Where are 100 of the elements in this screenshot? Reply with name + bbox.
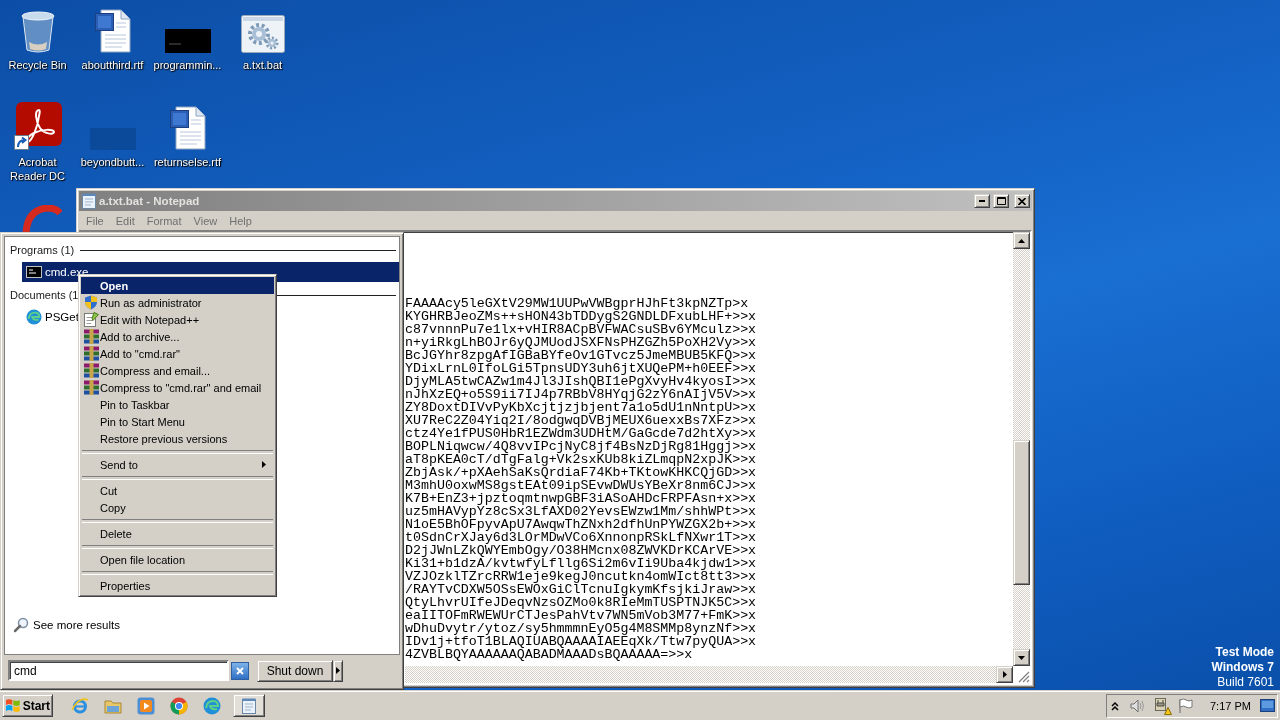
text-line: DjyMLA5twCAZw1m4Jl3JIshQBI1ePgXvyHv4kyosI>>x [405, 375, 757, 388]
play-icon[interactable] [137, 696, 155, 715]
text-line: uz5mHAVypYz8cSx3LfAXD02YevsEWzw1Mm/shhWPt>>x [405, 505, 757, 518]
menu-item[interactable]: Pin to Taskbar [81, 396, 178, 413]
close-icon [236, 666, 244, 675]
arrow-right-icon [1002, 671, 1007, 678]
text-line: Ki31+b1dzA/kvtwfyLfllg6Si2m6vIi9Uba4kjdw1>>x [405, 557, 757, 570]
icon-label: a.txt.bat [242, 58, 283, 72]
close-icon [1018, 197, 1026, 205]
menu-item[interactable]: Copy [81, 499, 134, 516]
swirl-icon [26, 309, 42, 325]
text-line: c87vnnnPu7e1lx+vHIR8ACpBVFWACsuSBv6YMculz>>x [405, 323, 757, 336]
text-line: nJhXzEQ+o5S9ii7IJ4p7RBbV8HYqjG2zY6nAIjV5V>>x [405, 388, 757, 401]
desktop-notice-text: Build 7601 [1217, 675, 1274, 690]
shield-icon [84, 295, 98, 310]
taskbar-button[interactable] [233, 694, 265, 717]
text-line: QtyLhvrUIfeJDeqvNzsOZMo0k8RIeMmTUSPTNJK5C>>x [405, 596, 757, 609]
close-button[interactable] [1014, 194, 1030, 208]
menu-item[interactable]: Restore previous versions [81, 430, 236, 447]
network-warning-icon[interactable] [1154, 696, 1172, 715]
chevron-up-icon[interactable] [1111, 700, 1119, 711]
text-line: K7B+EnZ3+jpztoqmtnwpGBF3iASoAHDcFRPFAsn+x>>x [405, 492, 757, 505]
arrow-up-icon [1018, 238, 1025, 243]
start-button[interactable]: Start [2, 694, 53, 717]
notepad-icon [242, 697, 256, 714]
dark-thumbnail-icon [164, 29, 211, 53]
flag-logo-icon [5, 698, 21, 713]
show-desktop-icon[interactable] [1260, 699, 1275, 712]
icon-label: returnselse.rtf [153, 155, 222, 169]
clock: 7:17 PM [1210, 699, 1251, 712]
menu-item[interactable]: Compress and email... [81, 362, 219, 379]
menu-item[interactable]: Send to [81, 456, 274, 473]
arrow-down-icon [1018, 655, 1025, 660]
icon-label: Recycle Bin [8, 58, 67, 72]
scroll-right-button[interactable] [996, 666, 1013, 683]
menu-item[interactable]: Open file location [81, 551, 193, 568]
text-line: /RAYTvCDXW5OSsEWOxGiClTcnuIgkymKfsjkiJraw>>x [405, 583, 757, 596]
maximize-button[interactable] [993, 194, 1009, 208]
text-line: wDhuDvytr/ytoz/sy5hmmmnEyO5g4M8SMMp8ynzNf>>x [405, 622, 757, 635]
desktop-notice-text: Windows 7 [1211, 660, 1274, 675]
pdf-shortcut-icon [13, 102, 62, 150]
recycle-bin-icon [20, 11, 55, 53]
menu-item[interactable]: Delete [81, 525, 140, 542]
text-line: N1oE5BhOFpyvApU7AwqwThZNxh2dfhUnPYWZGX2b+>>x [405, 518, 757, 531]
text-line: t0SdnCrXJay6d3LOrMDwVCo6XnnonpRSkLfNXwr1T>>x [405, 531, 757, 544]
scroll-up-button[interactable] [1013, 232, 1030, 249]
text-line: IDv1j+tfoT1BLAQIUABQAAAAIAEEqXk/Ttw7pyQUA>>x [405, 635, 757, 648]
menu-item[interactable]: Edit with Notepad++ [81, 311, 208, 328]
notepad-icon [82, 193, 96, 209]
section-heading: Documents (1 [10, 289, 79, 301]
scrollbar-thumb[interactable] [1013, 440, 1030, 585]
icon-label: beyondbutt... [80, 155, 145, 169]
notepad-pen-icon [83, 312, 99, 327]
arc-icon [22, 205, 62, 232]
text-line: YDixLrnL0IfoLGi5TpnsUDY3uh6jtXUQePM+h0EEF>>x [405, 362, 757, 375]
search-field[interactable]: cmd [8, 660, 229, 681]
caret-icon [336, 667, 340, 674]
search-icon [13, 617, 29, 633]
text-line: XU7ReC2Z04Yiq2I/8odgwqDVBjMEUX6uexxBs7XFz>>x [405, 414, 757, 427]
speaker-icon[interactable] [1130, 698, 1146, 713]
desktop-notice-text: Test Mode [1215, 645, 1274, 660]
books-stack-icon [83, 380, 99, 395]
minimize-button[interactable] [974, 194, 990, 208]
menu-item[interactable]: Properties [81, 577, 159, 594]
menu-item[interactable]: Cut [81, 482, 126, 499]
caret-icon [262, 461, 266, 468]
text-line: aT8pKEA0cT/dTgFalg+Vk2sxKUb8kiZLmqpN2xpJK>>x [405, 453, 757, 466]
tricolor-circle-icon[interactable] [170, 696, 188, 715]
shut-down-button[interactable]: Shut down [257, 659, 333, 682]
menu-item[interactable]: Run as administrator [81, 294, 210, 311]
minimize-icon [979, 200, 985, 202]
gears-window-icon [240, 15, 285, 53]
text-line: BcJGYhr8zpgAfIGBaBYfeOv1GTvcz5JmeMBUB5KFQ>>x [405, 349, 757, 362]
menu-item[interactable]: Compress to "cmd.rar" and email [81, 379, 270, 396]
menu-item[interactable]: Add to "cmd.rar" [81, 345, 188, 362]
text-line: VZJOzklTZrcRRW1eje9kegJ0ncutkn4omWIct8tt3>>x [405, 570, 757, 583]
menu-item[interactable]: Add to archive... [81, 328, 188, 345]
menu-item[interactable]: Open [81, 277, 274, 294]
text-line: ZbjAsk/+pXAehSaKsQrdiaF74Kb+TKtowKHKCQjGD>>x [405, 466, 757, 479]
text-line: ZY8DoxtDIVvPyKbXcjtjzjbjent7a1o5dU1nNntpU>>x [405, 401, 757, 414]
console-icon [26, 266, 42, 278]
maximize-icon [996, 197, 1006, 205]
menu-item[interactable]: Pin to Start Menu [81, 413, 193, 430]
document-icon [94, 9, 131, 53]
text-line: FAAAAcy5leGXtV29MW1UUPwVWBgprHJhFt3kpNZTp>x [405, 297, 749, 310]
icon-label: programmin... [153, 58, 222, 72]
books-stack-icon [83, 329, 99, 344]
blank-thumbnail-icon [89, 128, 136, 150]
see-more-results-link[interactable]: See more results [13, 615, 120, 635]
clear-button[interactable] [231, 661, 249, 680]
text-line: KYGHRBJeoZMs++sHON43bTDDygS2GNDLDFxubLHF+>>x [405, 310, 757, 323]
text-line: M3mhU0oxwMS8gstEAt09ipSEvwDWUsYBeXr8nm6CJ>>x [405, 479, 757, 492]
shut-down-options-button[interactable] [333, 659, 343, 682]
document-icon [169, 106, 206, 150]
text-line: BOPLNiqwcw/4Q8vvIPcjNyC8jf4BsNzDjRg81Hggj>>x [405, 440, 757, 453]
scroll-down-button[interactable] [1013, 649, 1030, 666]
books-stack-icon [83, 363, 99, 378]
flag-icon[interactable] [1178, 697, 1193, 714]
text-line: ctz4Ye1fPUS0HbR1EZWdm3UDHtM/GaGcde7d2htXy>>x [405, 427, 757, 440]
icon-label: aboutthird.rtf [81, 58, 144, 72]
